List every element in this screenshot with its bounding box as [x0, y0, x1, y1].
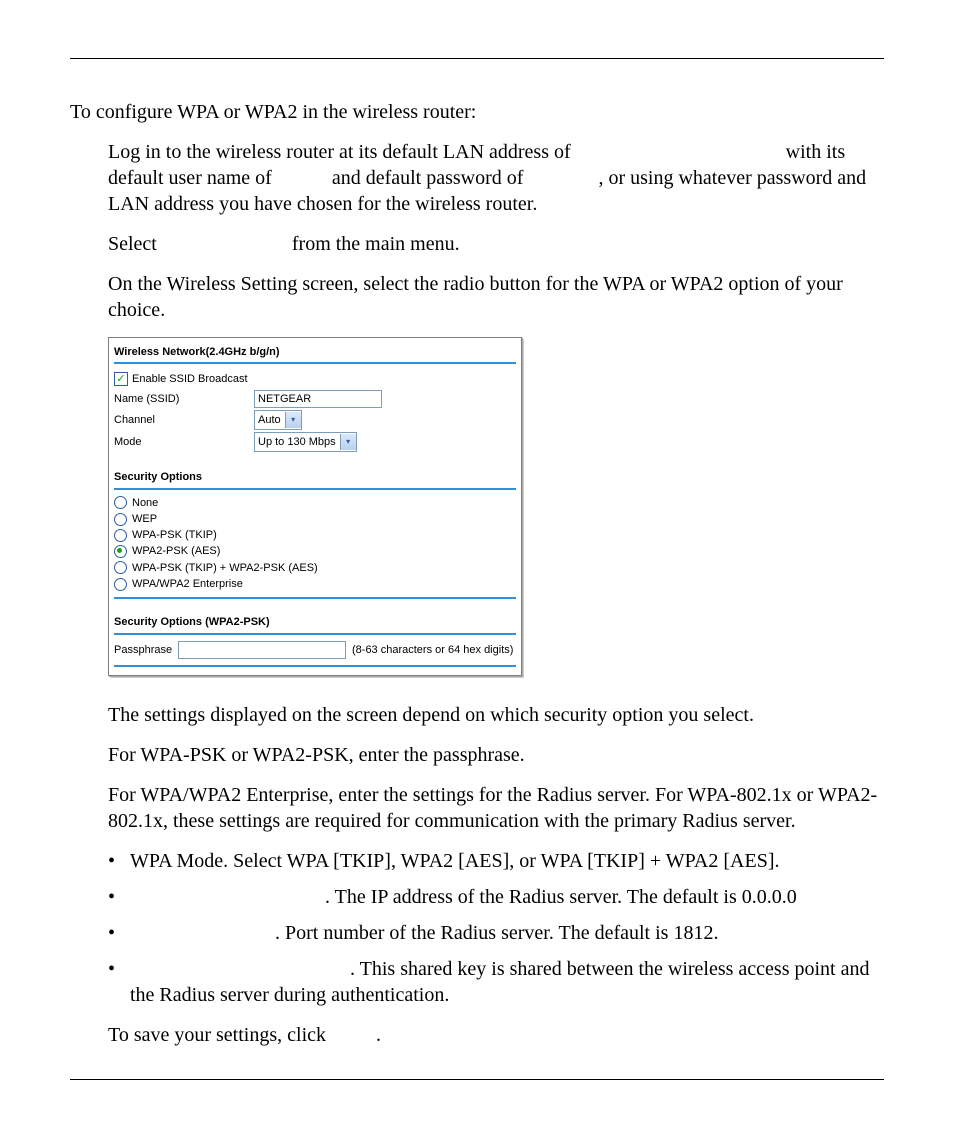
bullet-radius-ip-text: . The IP address of the Radius server. T…: [325, 886, 797, 908]
rule-4: [114, 633, 516, 635]
save-step-b: .: [376, 1024, 381, 1046]
radio-wpa2-aes[interactable]: [114, 545, 127, 558]
rule-5: [114, 665, 516, 667]
channel-label: Channel: [114, 413, 254, 427]
save-step-a: To save your settings, click: [108, 1024, 326, 1046]
rule-3: [114, 597, 516, 599]
passphrase-hint: (8-63 characters or 64 hex digits): [352, 643, 513, 657]
enable-ssid-label: Enable SSID Broadcast: [132, 372, 248, 386]
bullet-radius-port: . Port number of the Radius server. The …: [70, 920, 884, 946]
intro-paragraph: To configure WPA or WPA2 in the wireless…: [70, 99, 884, 125]
channel-select[interactable]: Auto ▾: [254, 410, 302, 430]
wireless-settings-panel: Wireless Network(2.4GHz b/g/n) ✓ Enable …: [108, 337, 522, 676]
enable-ssid-checkbox[interactable]: ✓: [114, 372, 128, 386]
bullet-wpa-mode-text: WPA Mode. Select WPA [TKIP], WPA2 [AES],…: [130, 850, 779, 872]
save-step: To save your settings, click .: [108, 1022, 884, 1048]
chevron-down-icon: ▾: [340, 434, 356, 450]
step-1: Log in to the wireless router at its def…: [108, 139, 884, 217]
mode-select-value: Up to 130 Mbps: [258, 435, 336, 449]
ssid-label: Name (SSID): [114, 392, 254, 406]
radio-wep-label: WEP: [132, 512, 157, 526]
security-options-heading: Security Options: [114, 470, 516, 484]
rule-1: [114, 362, 516, 364]
security-options-wpa2-heading: Security Options (WPA2-PSK): [114, 615, 516, 629]
note-3: For WPA/WPA2 Enterprise, enter the setti…: [108, 782, 884, 834]
step2-part-b: from the main menu.: [292, 233, 460, 255]
bullet-shared-key: . This shared key is shared between the …: [70, 956, 884, 1008]
radio-enterprise-label: WPA/WPA2 Enterprise: [132, 577, 243, 591]
radio-enterprise[interactable]: [114, 578, 127, 591]
note-2: For WPA-PSK or WPA2-PSK, enter the passp…: [108, 742, 884, 768]
radio-wpa-both[interactable]: [114, 561, 127, 574]
step1-part-a: Log in to the wireless router at its def…: [108, 141, 571, 163]
mode-select[interactable]: Up to 130 Mbps ▾: [254, 432, 357, 452]
passphrase-label: Passphrase: [114, 643, 178, 657]
radio-wpa-tkip-label: WPA-PSK (TKIP): [132, 528, 217, 542]
step-2: Select from the main menu.: [108, 231, 884, 257]
step2-part-a: Select: [108, 233, 157, 255]
radio-none-label: None: [132, 496, 158, 510]
step1-part-c: and default password of: [332, 167, 524, 189]
bullet-radius-ip: . The IP address of the Radius server. T…: [70, 884, 884, 910]
enterprise-bullets: WPA Mode. Select WPA [TKIP], WPA2 [AES],…: [70, 848, 884, 1008]
bullet-wpa-mode: WPA Mode. Select WPA [TKIP], WPA2 [AES],…: [70, 848, 884, 874]
radio-none[interactable]: [114, 496, 127, 509]
radio-wep[interactable]: [114, 513, 127, 526]
top-rule: [70, 58, 884, 59]
radio-wpa2-aes-label: WPA2-PSK (AES): [132, 544, 220, 558]
step-3: On the Wireless Setting screen, select t…: [108, 271, 884, 323]
passphrase-input[interactable]: [178, 641, 346, 659]
bullet-radius-port-text: . Port number of the Radius server. The …: [275, 922, 718, 944]
enable-ssid-row: ✓ Enable SSID Broadcast: [114, 370, 516, 388]
bottom-rule: [70, 1079, 884, 1080]
rule-2: [114, 488, 516, 490]
radio-wpa-both-label: WPA-PSK (TKIP) + WPA2-PSK (AES): [132, 561, 318, 575]
ssid-input[interactable]: NETGEAR: [254, 390, 382, 408]
radio-wpa-tkip[interactable]: [114, 529, 127, 542]
chevron-down-icon: ▾: [285, 412, 301, 428]
bullet-shared-key-text: . This shared key is shared between the …: [130, 958, 869, 1006]
channel-select-value: Auto: [258, 413, 281, 427]
note-1: The settings displayed on the screen dep…: [108, 702, 884, 728]
wireless-network-heading: Wireless Network(2.4GHz b/g/n): [114, 345, 516, 359]
mode-label: Mode: [114, 435, 254, 449]
